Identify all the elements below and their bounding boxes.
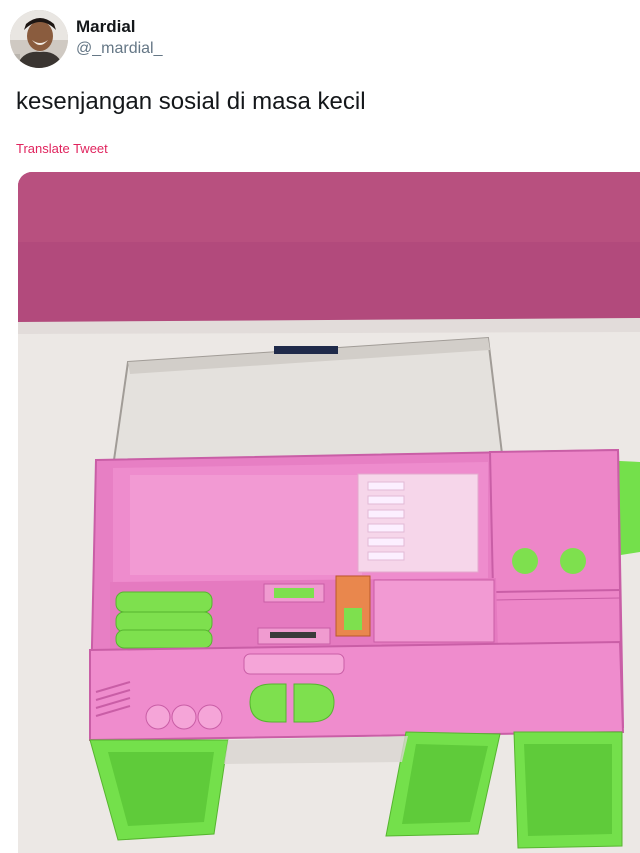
pencil-case-photo xyxy=(18,172,640,853)
display-name[interactable]: Mardial xyxy=(76,17,136,37)
tweet-card: Mardial @_mardial_ kesenjangan sosial di… xyxy=(0,0,640,853)
avatar-photo-icon xyxy=(10,10,68,68)
tweet-text: kesenjangan sosial di masa kecil xyxy=(16,88,366,115)
translate-tweet-link[interactable]: Translate Tweet xyxy=(16,141,108,156)
user-handle[interactable]: @_mardial_ xyxy=(76,40,163,58)
tweet-media-photo[interactable] xyxy=(18,172,640,853)
avatar[interactable] xyxy=(10,10,68,68)
